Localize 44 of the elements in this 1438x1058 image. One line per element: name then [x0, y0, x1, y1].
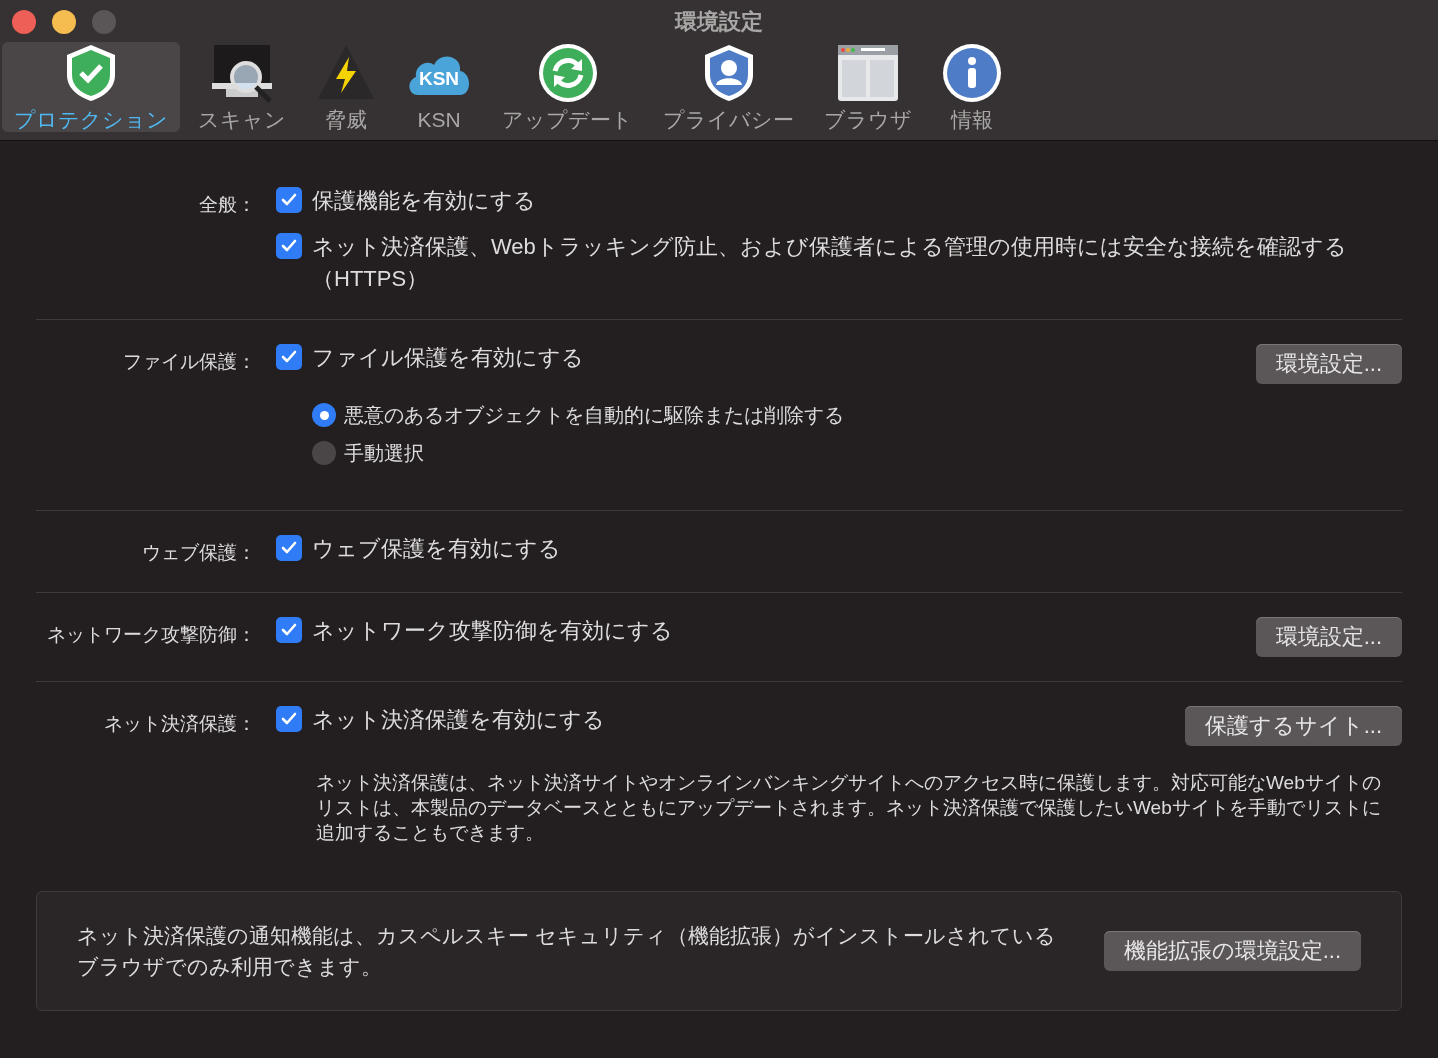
checkbox[interactable] [276, 233, 302, 259]
toolbar-tab[interactable]: 情報 [930, 42, 1014, 132]
section-label: ネットワーク攻撃防御： [46, 622, 257, 647]
checkbox-label: 保護機能を有効にする [312, 187, 536, 215]
toolbar-tab[interactable]: アップデート [490, 42, 645, 132]
settings-button[interactable]: 機能拡張の環境設定... [1103, 930, 1361, 971]
shield-person-icon [702, 42, 755, 103]
section-label: ウェブ保護： [141, 541, 257, 565]
checkbox[interactable] [276, 535, 302, 561]
checkbox-label: ウェブ保護を有効にする [312, 535, 561, 563]
radio-label: 悪意のあるオブジェクトを自動的に駆除または削除する [344, 403, 844, 428]
settings-button[interactable]: 環境設定... [1255, 616, 1402, 657]
checkbox[interactable] [276, 616, 302, 643]
section-label: ネット決済保護： [103, 711, 257, 736]
notice-text: ネット決済保護の通知機能は、カスペルスキー セキュリティ（機能拡張）がインストールされているブラウザでのみ利用できます。 [77, 922, 1057, 980]
description-text: ネット決済保護は、ネット決済サイトやオンラインバンキングサイトへのアクセス時に保護します。対応可能なWebサイトのリストは、本製品のデータベースとともにアップデートされます。ネット決済保護で保護したいWebサイトを手動でリストに追加することもできます。 [315, 770, 1382, 845]
toolbar-tab[interactable]: 脅威 [304, 42, 388, 132]
refresh-circle-icon [537, 42, 598, 103]
close-window-button[interactable] [12, 10, 36, 34]
browser-window-icon [837, 42, 899, 103]
checkbox[interactable] [276, 705, 302, 732]
checkbox-label: ネットワーク攻撃防御を有効にする [312, 616, 673, 645]
checkbox[interactable] [276, 187, 302, 213]
section-label: 全般： [198, 193, 257, 217]
radio-button[interactable] [312, 441, 336, 465]
settings-button[interactable]: 環境設定... [1255, 344, 1402, 384]
window-title: 環境設定 [675, 7, 763, 36]
shield-check-icon [65, 42, 117, 103]
monitor-magnifier-icon [210, 42, 274, 103]
checkbox-label: ネット決済保護、Webトラッキング防止、および保護者による管理の使用時には安全な接続を確認する（HTTPS） [312, 233, 1348, 293]
section-label: ファイル保護： [122, 350, 257, 374]
checkbox[interactable] [276, 344, 302, 370]
toolbar-tab[interactable]: プロテクション [2, 42, 180, 132]
toolbar-tab[interactable]: スキャン [186, 42, 298, 132]
toolbar-tab[interactable]: プライバシー [651, 42, 806, 132]
checkbox-label: ネット決済保護を有効にする [312, 705, 605, 734]
toolbar-tab[interactable]: ブラウザ [812, 42, 924, 132]
radio-label: 手動選択 [344, 441, 424, 466]
checkbox-label: ファイル保護を有効にする [312, 344, 584, 372]
radio-button[interactable] [312, 403, 336, 427]
toolbar-tab[interactable]: KSN KSN [394, 42, 484, 132]
minimize-window-button[interactable] [52, 10, 76, 34]
info-icon [942, 42, 1002, 103]
settings-button[interactable]: 保護するサイト... [1184, 705, 1402, 746]
